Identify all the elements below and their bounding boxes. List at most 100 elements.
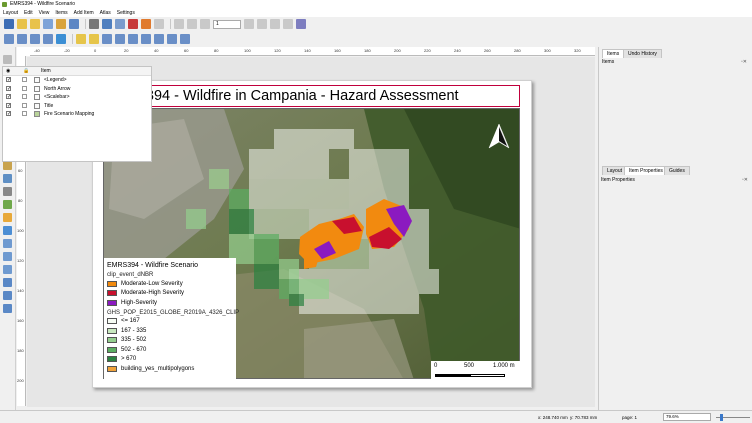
list-item[interactable]: ✓ Title: [3, 102, 151, 111]
add-fixed-table-icon[interactable]: [3, 304, 12, 313]
report-icon[interactable]: [296, 19, 306, 29]
add-scalebar-icon[interactable]: [3, 187, 12, 196]
print-icon[interactable]: [89, 19, 99, 29]
legend-entry: 502 - 670: [107, 345, 233, 355]
add-shape-icon[interactable]: [3, 213, 12, 222]
zoom-in-icon[interactable]: [4, 34, 14, 44]
items-header-row: ◉ 🔒 Item: [3, 67, 151, 76]
group-items-icon[interactable]: [76, 34, 86, 44]
visibility-checkbox[interactable]: ✓: [6, 94, 11, 100]
scalebar-item[interactable]: 0 500 1.000 m: [431, 361, 520, 380]
add-marker-icon[interactable]: [3, 226, 12, 235]
legend-item[interactable]: EMRS394 - Wildfire Scenario clip_event_d…: [104, 258, 239, 381]
lock-checkbox[interactable]: [22, 85, 27, 91]
add-north-arrow-icon[interactable]: [3, 200, 12, 209]
item-label: Fire Scenario Mapping: [44, 111, 95, 117]
item-label: <Legend>: [44, 77, 67, 83]
ruler-label: 180: [364, 48, 371, 53]
save-template-icon[interactable]: [69, 19, 79, 29]
tab-undo-history[interactable]: Undo History: [623, 49, 662, 58]
panel-float-close-icon[interactable]: ▫✕: [741, 59, 747, 65]
ruler-label: 140: [304, 48, 311, 53]
visibility-checkbox[interactable]: ✓: [6, 111, 11, 117]
map-item-icon: [34, 111, 40, 117]
add-legend-icon[interactable]: [3, 174, 12, 183]
add-arrow-icon[interactable]: [3, 239, 12, 248]
zoom-combobox[interactable]: 79.6%: [663, 413, 711, 421]
save-icon[interactable]: [4, 19, 14, 29]
tab-item-properties[interactable]: Item Properties: [624, 166, 668, 175]
menu-items[interactable]: Items: [55, 10, 67, 16]
list-item[interactable]: ✓ <Scalebar>: [3, 93, 151, 102]
refresh-icon[interactable]: [56, 34, 66, 44]
first-feature-icon[interactable]: [187, 19, 197, 29]
add-label-icon[interactable]: [3, 161, 12, 170]
ruler-label: 220: [424, 48, 431, 53]
layout-manager-icon[interactable]: [43, 19, 53, 29]
lock-checkbox[interactable]: [22, 102, 27, 108]
export-atlas-icon[interactable]: [283, 19, 293, 29]
visibility-checkbox[interactable]: ✓: [6, 85, 11, 91]
list-item[interactable]: ✓ Fire Scenario Mapping: [3, 110, 151, 119]
add-html-icon[interactable]: [3, 278, 12, 287]
print-atlas-icon[interactable]: [270, 19, 280, 29]
menu-settings[interactable]: Settings: [117, 10, 135, 16]
legend-label: <= 167: [121, 318, 140, 325]
menu-edit[interactable]: Edit: [24, 10, 33, 16]
lock-checkbox[interactable]: [22, 111, 27, 116]
menu-atlas[interactable]: Atlas: [100, 10, 111, 16]
add-polyline-icon[interactable]: [3, 265, 12, 274]
tab-items[interactable]: Items: [602, 49, 625, 58]
new-layout-icon[interactable]: [17, 19, 27, 29]
export-svg-icon[interactable]: [115, 19, 125, 29]
panel-float-close-icon[interactable]: ▫✕: [742, 177, 748, 183]
unlock-items-icon[interactable]: [115, 34, 125, 44]
item-label: <Scalebar>: [44, 94, 70, 100]
last-feature-icon[interactable]: [257, 19, 267, 29]
next-feature-icon[interactable]: [244, 19, 254, 29]
align-items-icon[interactable]: [154, 34, 164, 44]
lock-checkbox[interactable]: [22, 77, 27, 82]
items-list[interactable]: ◉ 🔒 Item ✓ <Legend> ✓ North Arrow ✓ <Sca…: [2, 66, 152, 162]
navigation-toolbar: [0, 32, 752, 46]
bottom-panel-tabs: Layout Item Properties Guides: [600, 166, 750, 175]
north-arrow-icon[interactable]: [487, 122, 511, 150]
layout-toolbar: 1: [0, 17, 752, 31]
menu-layout[interactable]: Layout: [3, 10, 18, 16]
raise-item-icon[interactable]: [128, 34, 138, 44]
menu-add-item[interactable]: Add Item: [74, 10, 94, 16]
resize-items-icon[interactable]: [180, 34, 190, 44]
legend-label: building_yes_multipolygons: [121, 365, 195, 372]
zoom-slider-handle[interactable]: [720, 414, 723, 421]
atlas-page-select[interactable]: 1: [213, 19, 241, 29]
pan-icon[interactable]: [3, 55, 12, 64]
add-polygon-icon[interactable]: [3, 252, 12, 261]
horizontal-ruler[interactable]: -40 -20 0 20 40 60 80 100 120 140 160 18…: [30, 47, 595, 56]
distribute-items-icon[interactable]: [167, 34, 177, 44]
duplicate-layout-icon[interactable]: [30, 19, 40, 29]
visibility-checkbox[interactable]: ✓: [6, 77, 11, 83]
list-item[interactable]: ✓ North Arrow: [3, 85, 151, 94]
layout-title[interactable]: EMRS394 - Wildfire in Campania - Hazard …: [104, 88, 459, 104]
zoom-full-icon[interactable]: [43, 34, 53, 44]
ruler-label: 160: [17, 318, 24, 323]
list-item[interactable]: ✓ <Legend>: [3, 76, 151, 85]
visibility-checkbox[interactable]: ✓: [6, 102, 11, 108]
atlas-settings-icon[interactable]: [174, 19, 184, 29]
redo-icon[interactable]: [154, 19, 164, 29]
lock-checkbox[interactable]: [22, 94, 27, 99]
undo-icon[interactable]: [141, 19, 151, 29]
lock-items-icon[interactable]: [102, 34, 112, 44]
zoom-out-icon[interactable]: [17, 34, 27, 44]
tab-guides[interactable]: Guides: [664, 166, 690, 175]
export-pdf-icon[interactable]: [128, 19, 138, 29]
export-image-icon[interactable]: [102, 19, 112, 29]
legend-group-dnbr: clip_event_dNBR: [107, 272, 154, 278]
menu-view[interactable]: View: [39, 10, 50, 16]
previous-feature-icon[interactable]: [200, 19, 210, 29]
zoom-100-icon[interactable]: [30, 34, 40, 44]
ungroup-items-icon[interactable]: [89, 34, 99, 44]
add-attribute-table-icon[interactable]: [3, 291, 12, 300]
open-template-icon[interactable]: [56, 19, 66, 29]
lower-item-icon[interactable]: [141, 34, 151, 44]
